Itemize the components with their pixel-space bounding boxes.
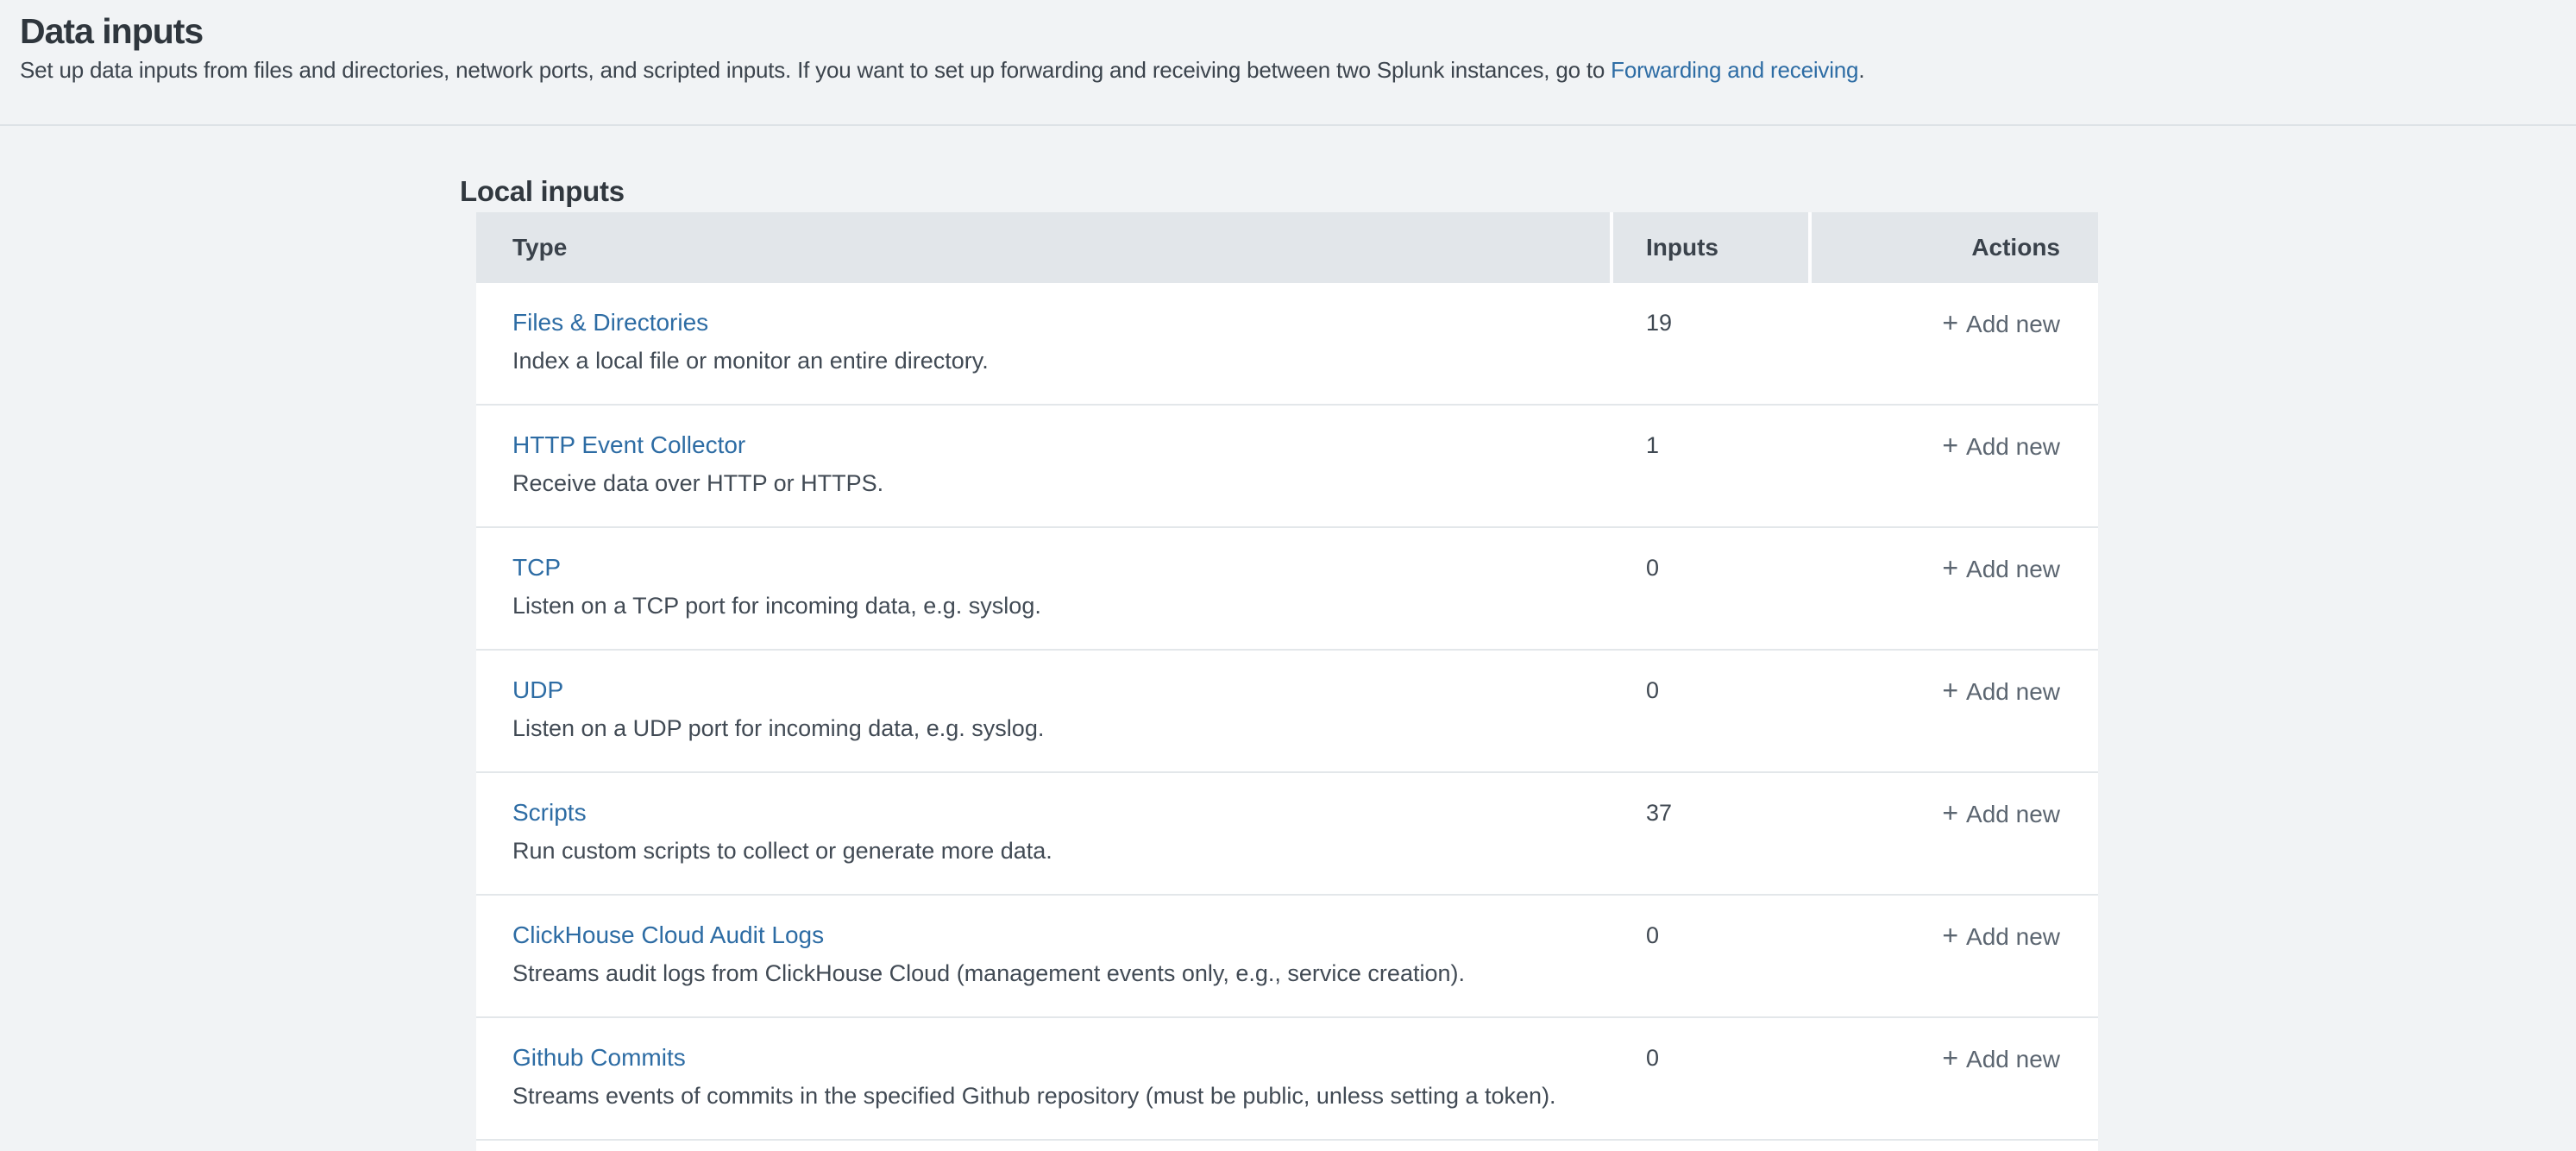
table-header-row: Type Inputs Actions	[476, 212, 2098, 283]
column-header-actions: Actions	[1808, 212, 2098, 283]
inputs-count: 1	[1610, 406, 1808, 526]
table-row-partial	[476, 1141, 2098, 1151]
table-row: Files & Directories Index a local file o…	[476, 283, 2098, 406]
inputs-count: 19	[1610, 283, 1808, 404]
column-header-inputs: Inputs	[1610, 212, 1808, 283]
subtitle-text: Set up data inputs from files and direct…	[20, 57, 1611, 83]
subtitle-period: .	[1858, 57, 1864, 83]
inputs-count: 0	[1610, 896, 1808, 1016]
input-type-link[interactable]: TCP	[512, 549, 561, 587]
actions-cell: + Add new	[1808, 773, 2098, 894]
actions-cell: + Add new	[1808, 651, 2098, 771]
input-type-description: Listen on a TCP port for incoming data, …	[512, 587, 1610, 625]
add-icon: +	[1942, 920, 1958, 951]
input-type-description: Run custom scripts to collect or generat…	[512, 832, 1610, 870]
actions-cell: + Add new	[1808, 528, 2098, 649]
input-type-description: Streams audit logs from ClickHouse Cloud…	[512, 954, 1610, 992]
page-subtitle: Set up data inputs from files and direct…	[20, 55, 2541, 85]
add-new-label: Add new	[1966, 311, 2060, 337]
inputs-count: 0	[1610, 651, 1808, 771]
add-icon: +	[1942, 430, 1958, 461]
inputs-count: 0	[1610, 1018, 1808, 1139]
add-new-label: Add new	[1966, 801, 2060, 827]
add-new-label: Add new	[1966, 678, 2060, 705]
type-cell: TCP Listen on a TCP port for incoming da…	[476, 528, 1610, 649]
input-type-link[interactable]: Files & Directories	[512, 304, 708, 342]
table-row: ClickHouse Cloud Audit Logs Streams audi…	[476, 896, 2098, 1018]
type-cell: UDP Listen on a UDP port for incoming da…	[476, 651, 1610, 771]
input-type-description: Listen on a UDP port for incoming data, …	[512, 709, 1610, 747]
input-type-link[interactable]: Github Commits	[512, 1039, 686, 1077]
type-cell: Files & Directories Index a local file o…	[476, 283, 1610, 404]
inputs-count: 0	[1610, 528, 1808, 649]
add-new-button[interactable]: + Add new	[1942, 426, 2060, 466]
table-row: Scripts Run custom scripts to collect or…	[476, 773, 2098, 896]
add-new-button[interactable]: + Add new	[1942, 916, 2060, 956]
add-new-label: Add new	[1966, 433, 2060, 460]
input-type-description: Receive data over HTTP or HTTPS.	[512, 464, 1610, 502]
input-type-link[interactable]: HTTP Event Collector	[512, 426, 745, 464]
add-new-button[interactable]: + Add new	[1942, 304, 2060, 343]
add-new-button[interactable]: + Add new	[1942, 549, 2060, 588]
table-row: HTTP Event Collector Receive data over H…	[476, 406, 2098, 528]
content-area: Local inputs Type Inputs Actions Files &…	[0, 174, 2576, 1151]
input-type-link[interactable]: Scripts	[512, 794, 587, 832]
add-new-button[interactable]: + Add new	[1942, 671, 2060, 711]
actions-cell: + Add new	[1808, 896, 2098, 1016]
input-type-description: Streams events of commits in the specifi…	[512, 1077, 1610, 1115]
page-title: Data inputs	[20, 9, 2541, 53]
add-icon: +	[1942, 307, 1958, 338]
add-new-button[interactable]: + Add new	[1942, 1039, 2060, 1079]
add-new-label: Add new	[1966, 1046, 2060, 1072]
add-icon: +	[1942, 797, 1958, 828]
type-cell: Scripts Run custom scripts to collect or…	[476, 773, 1610, 894]
column-header-type: Type	[476, 212, 1610, 283]
actions-cell: + Add new	[1808, 283, 2098, 404]
table-row: UDP Listen on a UDP port for incoming da…	[476, 651, 2098, 773]
input-type-link[interactable]: ClickHouse Cloud Audit Logs	[512, 916, 824, 954]
type-cell: HTTP Event Collector Receive data over H…	[476, 406, 1610, 526]
type-cell: Github Commits Streams events of commits…	[476, 1018, 1610, 1139]
type-cell: ClickHouse Cloud Audit Logs Streams audi…	[476, 896, 1610, 1016]
input-type-link[interactable]: UDP	[512, 671, 563, 709]
add-icon: +	[1942, 1042, 1958, 1073]
inputs-count: 37	[1610, 773, 1808, 894]
table-row: Github Commits Streams events of commits…	[476, 1018, 2098, 1141]
table-row: TCP Listen on a TCP port for incoming da…	[476, 528, 2098, 651]
add-icon: +	[1942, 552, 1958, 583]
add-new-button[interactable]: + Add new	[1942, 794, 2060, 833]
input-type-description: Index a local file or monitor an entire …	[512, 342, 1610, 380]
add-new-label: Add new	[1966, 923, 2060, 950]
local-inputs-table: Type Inputs Actions Files & Directories …	[476, 212, 2098, 1151]
forwarding-and-receiving-link[interactable]: Forwarding and receiving	[1611, 57, 1858, 83]
actions-cell: + Add new	[1808, 406, 2098, 526]
section-heading: Local inputs	[460, 174, 2576, 209]
page-header: Data inputs Set up data inputs from file…	[0, 0, 2576, 126]
add-new-label: Add new	[1966, 556, 2060, 582]
add-icon: +	[1942, 675, 1958, 706]
actions-cell: + Add new	[1808, 1018, 2098, 1139]
